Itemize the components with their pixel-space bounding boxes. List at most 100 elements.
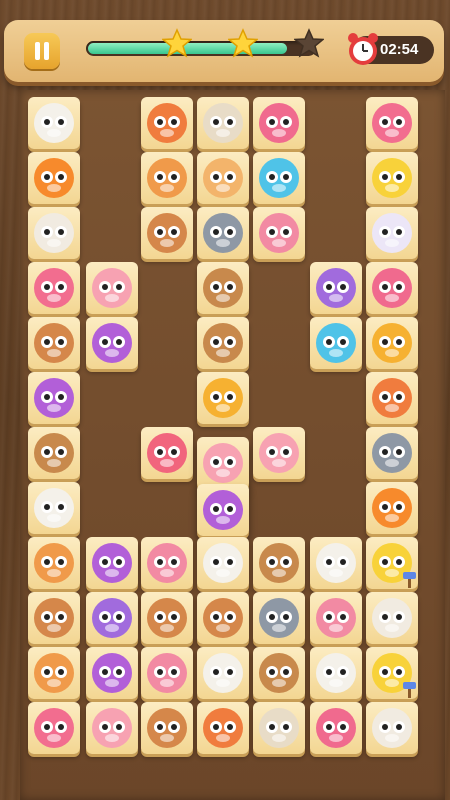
tile-pig[interactable] [253,427,305,479]
tile-sheep[interactable] [28,97,80,149]
monkey-icon [147,158,187,198]
tile-raccoon[interactable] [366,427,418,479]
squirrel-brown-icon [34,433,74,473]
tile-monkey[interactable] [141,152,193,204]
bear-icon [203,598,243,638]
tile-hippo[interactable] [28,702,80,754]
tile-tiger[interactable] [366,317,418,369]
purple-hippo-icon [92,653,132,693]
tile-chick[interactable] [366,152,418,204]
tiger-icon [203,378,243,418]
raccoon-icon [372,433,412,473]
cow-icon [34,213,74,253]
tile-purple-hippo[interactable] [86,537,138,589]
tile-squirrel[interactable] [366,372,418,424]
raccoon-icon [259,598,299,638]
tile-cow[interactable] [366,702,418,754]
tile-pufferfish[interactable] [253,152,305,204]
tile-squirrel-brown[interactable] [197,317,249,369]
sheep-icon [203,543,243,583]
crab-icon [259,103,299,143]
tile-octopus[interactable] [141,427,193,479]
tile-chick-hammer[interactable] [366,647,418,699]
sheep-icon [34,103,74,143]
tile-bulldog[interactable] [253,702,305,754]
tile-bear[interactable] [28,592,80,644]
tile-fish[interactable] [366,482,418,534]
purple-hippo-icon [92,543,132,583]
tile-squirrel-brown[interactable] [253,537,305,589]
tile-cow[interactable] [28,207,80,259]
tile-squirrel-brown[interactable] [28,427,80,479]
timer-text: 02:54 [380,41,419,58]
tile-mouse[interactable] [366,207,418,259]
tile-monkey[interactable] [28,537,80,589]
tile-hippo[interactable] [28,262,80,314]
bulldog-icon [259,708,299,748]
pig-icon [92,708,132,748]
squirrel-icon [203,708,243,748]
tile-bear[interactable] [141,592,193,644]
tile-tiger[interactable] [197,372,249,424]
tile-pig[interactable] [86,702,138,754]
bear-icon [34,323,74,363]
tile-purple-hippo[interactable] [28,372,80,424]
tile-raccoon[interactable] [253,592,305,644]
tile-pig[interactable] [197,437,249,489]
tile-sheep[interactable] [197,647,249,699]
tile-chick-hammer[interactable] [366,537,418,589]
tile-monkey[interactable] [28,647,80,699]
tile-crab[interactable] [366,262,418,314]
tile-pig[interactable] [86,262,138,314]
chick-icon [372,158,412,198]
tile-bird-pink[interactable] [310,592,362,644]
tile-raccoon[interactable] [197,207,249,259]
tile-pufferfish[interactable] [310,317,362,369]
tile-bear[interactable] [141,207,193,259]
sheep-icon [34,488,74,528]
squirrel-icon [147,103,187,143]
tile-bear[interactable] [28,317,80,369]
raccoon-icon [203,213,243,253]
tile-owl[interactable] [310,262,362,314]
tile-bear[interactable] [197,592,249,644]
star-1-icon [162,28,192,58]
tile-bird-pink[interactable] [141,647,193,699]
cow-icon [372,598,412,638]
squirrel-brown-icon [203,323,243,363]
monkey-icon [34,653,74,693]
tile-bulldog[interactable] [197,97,249,149]
tile-sheep[interactable] [310,537,362,589]
mouse-icon [372,213,412,253]
tile-purple-hippo[interactable] [197,484,249,536]
tile-crab[interactable] [253,97,305,149]
tile-owl[interactable] [86,592,138,644]
top-bar: 02:54 [4,20,444,82]
tile-purple-hippo[interactable] [86,647,138,699]
pig-icon [92,268,132,308]
tile-hippo[interactable] [366,97,418,149]
tile-cow[interactable] [366,592,418,644]
tile-purple-hippo[interactable] [86,317,138,369]
tile-bird-pink[interactable] [141,537,193,589]
tile-bird-pink[interactable] [253,207,305,259]
pause-button[interactable] [24,33,60,69]
crab-icon [316,708,356,748]
tile-sheep[interactable] [197,537,249,589]
tiger-icon [372,323,412,363]
cat-icon [203,158,243,198]
tile-bear[interactable] [141,702,193,754]
tile-sheep[interactable] [28,482,80,534]
tile-fish[interactable] [28,152,80,204]
tile-cat[interactable] [197,152,249,204]
alarm-clock-icon [348,33,378,65]
tile-sheep[interactable] [310,647,362,699]
squirrel-brown-icon [259,653,299,693]
tile-squirrel-brown[interactable] [253,647,305,699]
tile-squirrel-brown[interactable] [197,262,249,314]
tile-crab[interactable] [310,702,362,754]
star-2-icon [228,28,258,58]
tile-squirrel[interactable] [141,97,193,149]
pause-icon [35,42,40,60]
tile-squirrel[interactable] [197,702,249,754]
